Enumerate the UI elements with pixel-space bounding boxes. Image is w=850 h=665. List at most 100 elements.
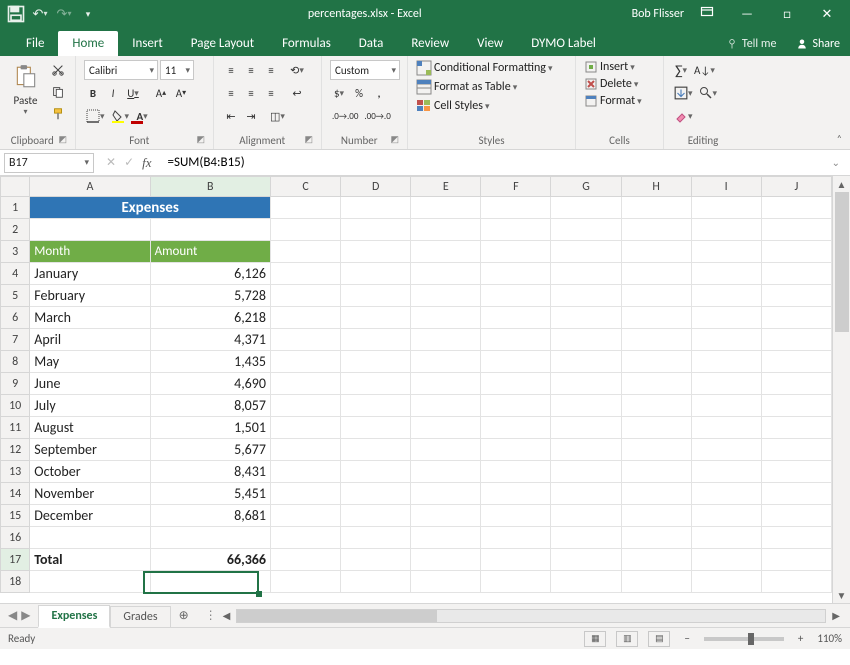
row-header-13[interactable]: 13 xyxy=(1,461,30,483)
decrease-indent-icon[interactable]: ⇤ xyxy=(222,106,240,126)
grow-font-icon[interactable]: A▴ xyxy=(152,83,170,103)
cell[interactable] xyxy=(270,263,340,285)
cell[interactable] xyxy=(150,571,270,593)
cell[interactable] xyxy=(341,241,411,263)
number-format-select[interactable]: Custom xyxy=(330,60,400,80)
cell[interactable] xyxy=(341,395,411,417)
cancel-formula-icon[interactable]: ✕ xyxy=(106,155,116,171)
cell[interactable] xyxy=(481,571,551,593)
col-header-D[interactable]: D xyxy=(341,177,411,197)
cell[interactable] xyxy=(341,461,411,483)
cell[interactable] xyxy=(411,395,481,417)
cell-B14[interactable]: 5,451 xyxy=(150,483,270,505)
cell[interactable] xyxy=(411,329,481,351)
cell-B17[interactable]: 66,366 xyxy=(150,549,270,571)
font-dialog-launcher[interactable]: ◩ xyxy=(196,134,205,145)
col-header-C[interactable]: C xyxy=(270,177,340,197)
row-header-12[interactable]: 12 xyxy=(1,439,30,461)
cell-A14[interactable]: November xyxy=(30,483,150,505)
cell[interactable] xyxy=(551,571,621,593)
cell[interactable] xyxy=(270,549,340,571)
row-header-17[interactable]: 17 xyxy=(1,549,30,571)
cell[interactable] xyxy=(691,241,761,263)
cell[interactable] xyxy=(551,373,621,395)
undo-icon[interactable]: ↶▾ xyxy=(30,4,50,24)
col-header-B[interactable]: B xyxy=(150,177,270,197)
cell-B3[interactable]: Amount xyxy=(150,241,270,263)
cell[interactable] xyxy=(481,263,551,285)
cell[interactable] xyxy=(621,307,691,329)
cell-A12[interactable]: September xyxy=(30,439,150,461)
sheet-tab-grades[interactable]: Grades xyxy=(110,606,170,627)
cell[interactable] xyxy=(761,263,831,285)
col-header-I[interactable]: I xyxy=(691,177,761,197)
row-header-11[interactable]: 11 xyxy=(1,417,30,439)
cell[interactable] xyxy=(691,527,761,549)
shrink-font-icon[interactable]: A▾ xyxy=(172,83,190,103)
cell-A15[interactable]: December xyxy=(30,505,150,527)
cell[interactable] xyxy=(270,505,340,527)
cell[interactable] xyxy=(691,439,761,461)
cell[interactable] xyxy=(761,395,831,417)
cell-A13[interactable]: October xyxy=(30,461,150,483)
cell[interactable] xyxy=(341,505,411,527)
cell[interactable] xyxy=(341,483,411,505)
align-bottom-icon[interactable]: ≡ xyxy=(262,60,280,80)
cell[interactable] xyxy=(621,395,691,417)
share-button[interactable]: Share xyxy=(786,32,850,56)
horizontal-scroll-thumb[interactable] xyxy=(237,610,437,622)
cell[interactable] xyxy=(481,549,551,571)
row-header-6[interactable]: 6 xyxy=(1,307,30,329)
borders-icon[interactable] xyxy=(84,106,107,126)
cell[interactable] xyxy=(270,285,340,307)
cell[interactable] xyxy=(270,461,340,483)
format-painter-icon[interactable] xyxy=(49,104,67,124)
tab-file[interactable]: File xyxy=(12,31,58,56)
cell[interactable] xyxy=(270,219,340,241)
scroll-up-icon[interactable]: ▲ xyxy=(833,176,850,192)
cell[interactable] xyxy=(551,241,621,263)
cell[interactable] xyxy=(551,461,621,483)
cell[interactable] xyxy=(341,351,411,373)
cell[interactable] xyxy=(621,549,691,571)
cell[interactable] xyxy=(270,197,340,219)
cell[interactable] xyxy=(621,439,691,461)
cell[interactable] xyxy=(341,263,411,285)
cell[interactable] xyxy=(270,483,340,505)
cell[interactable] xyxy=(551,417,621,439)
cell[interactable] xyxy=(761,461,831,483)
cell[interactable] xyxy=(411,527,481,549)
cell[interactable] xyxy=(341,571,411,593)
qat-customize-icon[interactable]: ▾ xyxy=(78,4,98,24)
horizontal-scrollbar[interactable]: ⋮ ◀ ▶ xyxy=(197,608,850,623)
align-top-icon[interactable]: ≡ xyxy=(222,60,240,80)
cell-A6[interactable]: March xyxy=(30,307,150,329)
cell[interactable] xyxy=(621,263,691,285)
row-header-15[interactable]: 15 xyxy=(1,505,30,527)
cell-A4[interactable]: January xyxy=(30,263,150,285)
cell[interactable] xyxy=(691,483,761,505)
minimize-button[interactable]: — xyxy=(730,7,764,22)
copy-icon[interactable] xyxy=(49,82,67,102)
zoom-in-button[interactable]: + xyxy=(794,632,807,645)
cell[interactable] xyxy=(621,219,691,241)
cell[interactable] xyxy=(551,549,621,571)
cell[interactable] xyxy=(691,307,761,329)
cell[interactable] xyxy=(761,571,831,593)
cell[interactable] xyxy=(411,439,481,461)
cell[interactable] xyxy=(761,351,831,373)
cell[interactable] xyxy=(551,527,621,549)
cell[interactable] xyxy=(761,439,831,461)
cell[interactable] xyxy=(481,505,551,527)
cell[interactable] xyxy=(551,505,621,527)
cell[interactable] xyxy=(621,373,691,395)
align-right-icon[interactable]: ≡ xyxy=(262,83,280,103)
cell-B9[interactable]: 4,690 xyxy=(150,373,270,395)
row-header-5[interactable]: 5 xyxy=(1,285,30,307)
row-header-3[interactable]: 3 xyxy=(1,241,30,263)
tab-review[interactable]: Review xyxy=(397,31,463,56)
vertical-scrollbar[interactable]: ▲ ▼ xyxy=(832,176,850,603)
name-box[interactable]: B17 xyxy=(4,153,94,173)
cell[interactable] xyxy=(411,285,481,307)
cell[interactable] xyxy=(341,439,411,461)
